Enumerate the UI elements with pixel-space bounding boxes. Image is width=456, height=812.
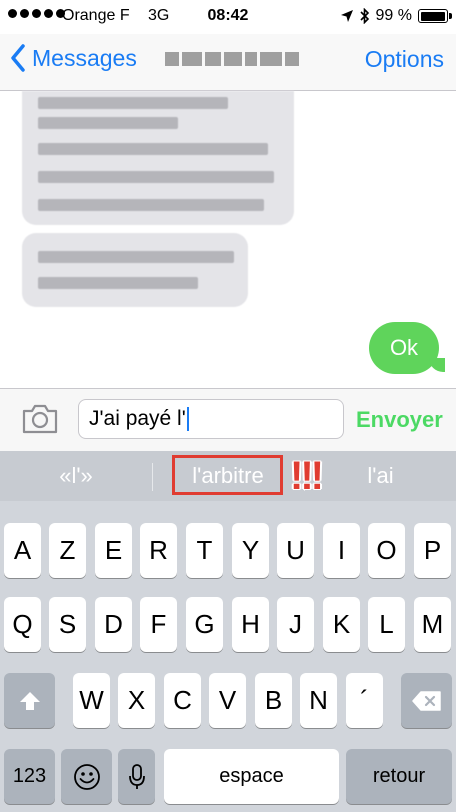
message-text-value: J'ai payé l' [89, 407, 186, 430]
dictation-key[interactable] [118, 749, 155, 804]
nav-bar: Messages Options [0, 34, 456, 91]
key-v[interactable]: V [209, 673, 246, 728]
shift-arrow-icon [19, 691, 40, 710]
message-input-bar: J'ai payé l' Envoyer [0, 388, 456, 452]
key-c[interactable]: C [164, 673, 201, 728]
return-key[interactable]: retour [346, 749, 452, 804]
backspace-key[interactable] [401, 673, 452, 728]
annotation-highlight-box [172, 455, 283, 495]
send-button[interactable]: Envoyer [356, 407, 443, 433]
key-x[interactable]: X [118, 673, 155, 728]
options-button[interactable]: Options [365, 46, 444, 73]
status-bar: Orange F 3G 08:42 99 % [0, 0, 456, 34]
key-e[interactable]: E [95, 523, 132, 578]
sent-message-text: Ok [389, 335, 419, 360]
key-g[interactable]: G [186, 597, 223, 652]
key-h[interactable]: H [232, 597, 269, 652]
key-s[interactable]: S [49, 597, 86, 652]
key-t[interactable]: T [186, 523, 223, 578]
key-m[interactable]: M [414, 597, 451, 652]
key-p[interactable]: P [414, 523, 451, 578]
battery-percent: 99 % [375, 7, 412, 24]
key-a[interactable]: A [4, 523, 41, 578]
suggestion-literal[interactable]: «l'» [0, 451, 152, 501]
space-key[interactable]: espace [164, 749, 339, 804]
camera-icon[interactable] [20, 401, 60, 437]
received-message-bubble-redacted [22, 233, 248, 307]
key-j[interactable]: J [277, 597, 314, 652]
emoji-key[interactable] [61, 749, 112, 804]
autocorrect-suggestion-bar: «l'» l'arbitre l'ai !!! [0, 451, 456, 501]
contact-name-redacted [165, 52, 299, 66]
key-r[interactable]: R [140, 523, 177, 578]
keyboard: A Z E R T Y U I O P Q S D F G H J K L M … [0, 501, 456, 812]
emoji-smiley-icon [73, 763, 100, 790]
bluetooth-icon [359, 8, 369, 24]
back-button[interactable]: Messages [10, 44, 137, 72]
key-i[interactable]: I [323, 523, 360, 578]
text-cursor [186, 407, 189, 431]
annotation-exclamation: !!! [290, 454, 324, 498]
key-q[interactable]: Q [4, 597, 41, 652]
key-k[interactable]: K [323, 597, 360, 652]
backspace-icon [411, 690, 441, 711]
key-w[interactable]: W [73, 673, 110, 728]
received-message-bubble-redacted [22, 91, 294, 225]
key-acute-accent[interactable]: ´ [346, 673, 383, 728]
numbers-key[interactable]: 123 [4, 749, 55, 804]
status-right: 99 % [340, 7, 452, 25]
suggestion-right[interactable]: l'ai [305, 451, 456, 501]
shift-key[interactable] [4, 673, 55, 728]
chevron-left-icon [11, 44, 25, 72]
key-o[interactable]: O [368, 523, 405, 578]
key-n[interactable]: N [300, 673, 337, 728]
key-b[interactable]: B [255, 673, 292, 728]
conversation: Ok [0, 91, 456, 387]
microphone-icon [128, 763, 145, 789]
key-y[interactable]: Y [232, 523, 269, 578]
key-z[interactable]: Z [49, 523, 86, 578]
sent-message-bubble: Ok [369, 322, 445, 374]
back-button-label: Messages [32, 44, 137, 71]
key-u[interactable]: U [277, 523, 314, 578]
message-text-field[interactable]: J'ai payé l' [78, 399, 344, 439]
key-f[interactable]: F [140, 597, 177, 652]
battery-icon [418, 9, 452, 23]
key-d[interactable]: D [95, 597, 132, 652]
key-l[interactable]: L [368, 597, 405, 652]
location-arrow-icon [340, 10, 353, 22]
